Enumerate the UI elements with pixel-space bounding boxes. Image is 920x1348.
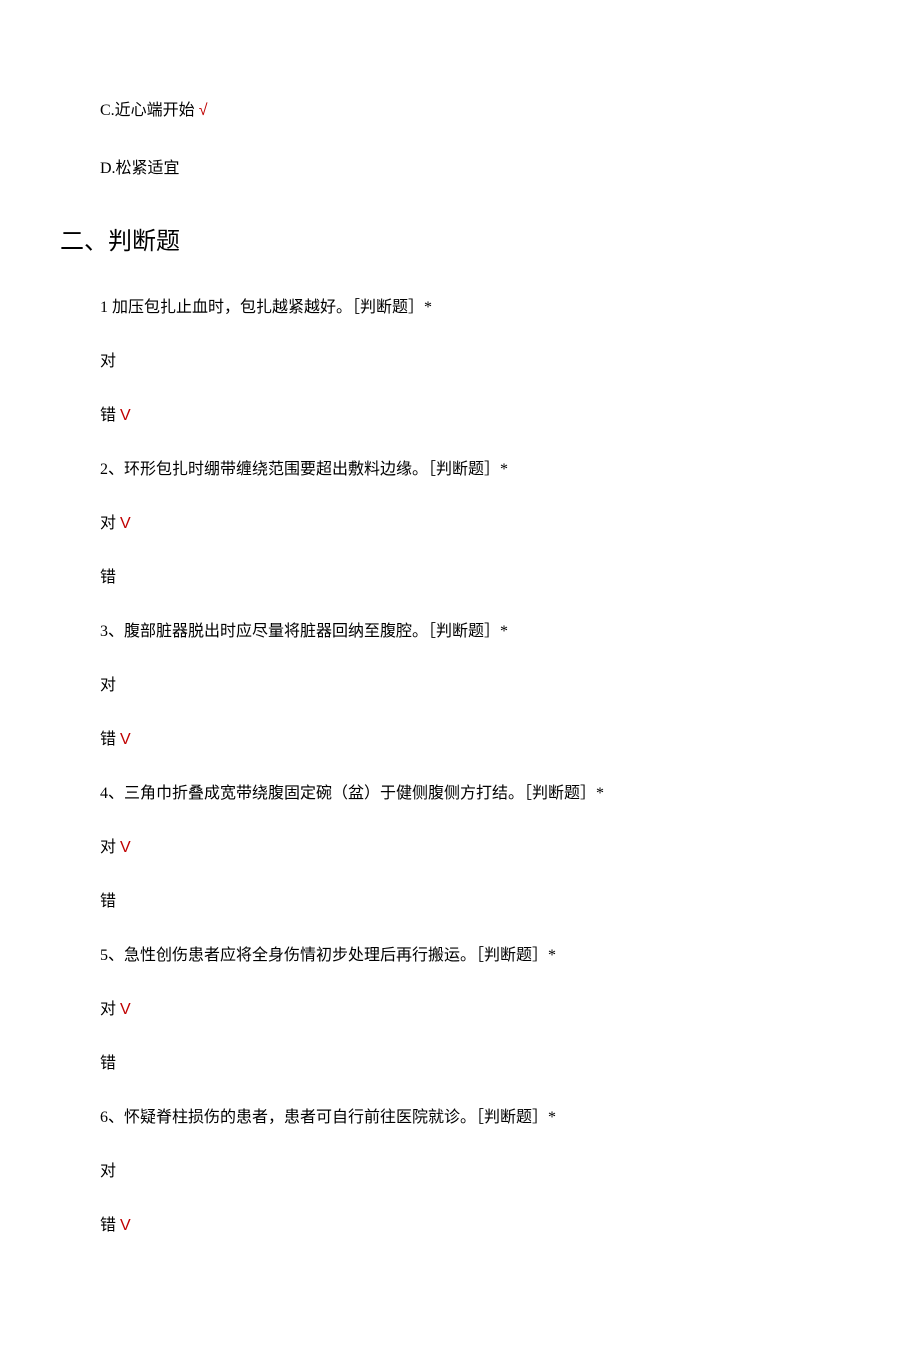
option-d-label: D.松紧适宜 [100,160,180,177]
question-block: 4、三角巾折叠成宽带绕腹固定碗（盆）于健侧腹侧方打结。［判断题］* 对 V 错 [100,782,820,914]
answer-label: 对 [100,1001,116,1018]
answer-label: 对 [100,677,116,694]
check-icon: V [120,839,131,856]
question-text: 1 加压包扎止血时，包扎越紧越好。［判断题］* [100,296,820,320]
question-text: 2、环形包扎时绷带缠绕范围要超出敷料边缘。［判断题］* [100,458,820,482]
answer-label: 错 [100,731,116,748]
answer-label: 错 [100,1217,116,1234]
answer-label: 对 [100,353,116,370]
question-block: 2、环形包扎时绷带缠绕范围要超出敷料边缘。［判断题］* 对 V 错 [100,458,820,590]
question-text: 4、三角巾折叠成宽带绕腹固定碗（盆）于健侧腹侧方打结。［判断题］* [100,782,820,806]
check-icon: V [120,515,131,532]
check-icon: V [120,407,131,424]
document-page: C.近心端开始 √ D.松紧适宜 二、判断题 1 加压包扎止血时，包扎越紧越好。… [0,0,920,1348]
answer-correct: 对 V [100,512,820,536]
answer-wrong: 错 V [100,728,820,752]
question-block: 6、怀疑脊柱损伤的患者，患者可自行前往医院就诊。［判断题］* 对 错 V [100,1106,820,1238]
option-c-label: C.近心端开始 [100,102,195,119]
option-d: D.松紧适宜 [100,158,820,180]
section-heading: 二、判断题 [60,221,820,256]
check-icon: V [120,1001,131,1018]
answer-label: 对 [100,839,116,856]
answer-wrong: 错 [100,566,820,590]
answer-label: 错 [100,1055,116,1072]
check-icon: V [120,731,131,748]
answer-correct: 对 [100,674,820,698]
check-icon: √ [199,102,208,119]
answer-wrong: 错 V [100,404,820,428]
answer-wrong: 错 V [100,1214,820,1238]
check-icon: V [120,1217,131,1234]
question-text: 5、急性创伤患者应将全身伤情初步处理后再行搬运。［判断题］* [100,944,820,968]
answer-correct: 对 [100,1160,820,1184]
question-text: 3、腹部脏器脱出时应尽量将脏器回纳至腹腔。［判断题］* [100,620,820,644]
answer-correct: 对 V [100,836,820,860]
answer-wrong: 错 [100,890,820,914]
answer-label: 对 [100,1163,116,1180]
answer-label: 对 [100,515,116,532]
answer-label: 错 [100,407,116,424]
answer-correct: 对 V [100,998,820,1022]
answer-correct: 对 [100,350,820,374]
answer-label: 错 [100,569,116,586]
answer-wrong: 错 [100,1052,820,1076]
question-text: 6、怀疑脊柱损伤的患者，患者可自行前往医院就诊。［判断题］* [100,1106,820,1130]
question-block: 3、腹部脏器脱出时应尽量将脏器回纳至腹腔。［判断题］* 对 错 V [100,620,820,752]
question-block: 5、急性创伤患者应将全身伤情初步处理后再行搬运。［判断题］* 对 V 错 [100,944,820,1076]
option-c: C.近心端开始 √ [100,100,820,122]
question-block: 1 加压包扎止血时，包扎越紧越好。［判断题］* 对 错 V [100,296,820,428]
answer-label: 错 [100,893,116,910]
